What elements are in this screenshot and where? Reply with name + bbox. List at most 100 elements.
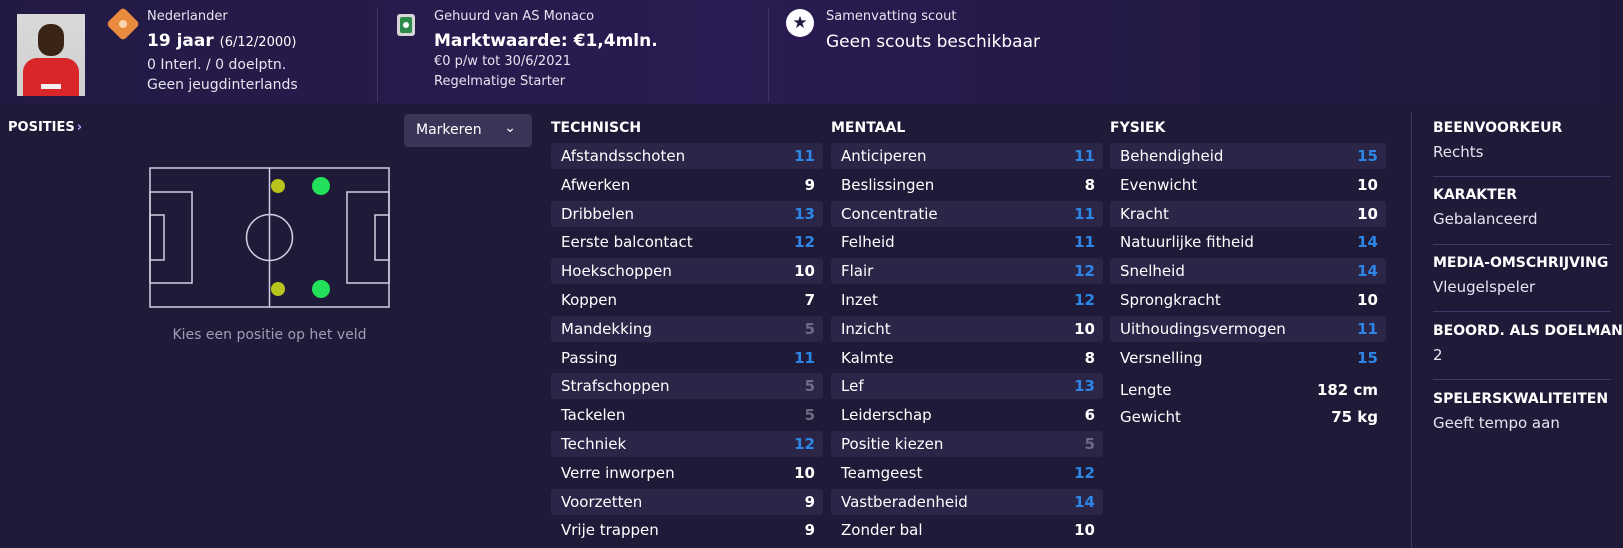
- attribute-row[interactable]: Kracht 10: [1110, 200, 1386, 227]
- attribute-row[interactable]: Versnelling 15: [1110, 345, 1386, 371]
- attribute-value: 12: [794, 233, 815, 252]
- attribute-value: 5: [804, 319, 815, 338]
- attribute-value: 9: [804, 175, 815, 194]
- attribute-name: Evenwicht: [1120, 175, 1198, 194]
- attribute-row[interactable]: Eerste balcontact 12: [551, 229, 823, 255]
- info-separator: [1433, 311, 1611, 312]
- attribute-row[interactable]: Inzet 12: [831, 287, 1103, 313]
- markeren-dropdown[interactable]: Markeren ⌄: [404, 114, 532, 147]
- attribute-row[interactable]: Inzicht 10: [831, 315, 1103, 342]
- chevron-right-icon: ›: [76, 120, 83, 135]
- attribute-name: Kracht: [1120, 204, 1169, 223]
- goalkeeper-rating: BEOORD. ALS DOELMAN 2: [1433, 323, 1623, 364]
- attribute-value: 13: [794, 204, 815, 223]
- attribute-name: Kalmte: [841, 348, 894, 367]
- positions-label: POSITIES: [8, 120, 75, 135]
- attribute-value: 12: [1074, 291, 1095, 309]
- attribute-name: Voorzetten: [561, 492, 643, 511]
- attribute-name: Afstandsschoten: [561, 147, 686, 165]
- attribute-name: Sprongkracht: [1120, 291, 1221, 309]
- attribute-value: 12: [794, 435, 815, 453]
- attribute-name: Felheid: [841, 233, 895, 252]
- attribute-row[interactable]: Natuurlijke fitheid 14: [1110, 229, 1386, 255]
- header-divider: [768, 8, 769, 102]
- club-badge-icon[interactable]: [397, 14, 415, 36]
- attribute-name: Inzicht: [841, 319, 891, 338]
- attribute-value: 8: [1084, 175, 1095, 194]
- attribute-name: Natuurlijke fitheid: [1120, 233, 1254, 252]
- attribute-value: 11: [1074, 147, 1095, 165]
- attribute-row[interactable]: Positie kiezen 5: [831, 431, 1103, 457]
- attribute-row[interactable]: Uithoudingsvermogen 11: [1110, 315, 1386, 342]
- position-dot-natural[interactable]: [312, 177, 330, 195]
- attribute-row[interactable]: Beslissingen 8: [831, 172, 1103, 198]
- info-divider: [1411, 112, 1412, 548]
- attribute-value: 8: [1084, 348, 1095, 367]
- loan-status[interactable]: Gehuurd van AS Monaco: [434, 9, 594, 24]
- attribute-name: Concentratie: [841, 204, 938, 223]
- market-value: Marktwaarde: €1,4mln.: [434, 31, 658, 51]
- attribute-name: Koppen: [561, 291, 618, 309]
- attribute-row[interactable]: Teamgeest 12: [831, 460, 1103, 486]
- attribute-value: 10: [1357, 204, 1378, 223]
- attribute-value: 10: [1074, 521, 1095, 540]
- attribute-row[interactable]: Verre inworpen 10: [551, 460, 823, 486]
- attribute-value: 12: [1074, 262, 1095, 281]
- attribute-value: 7: [804, 291, 815, 309]
- attribute-row[interactable]: Afstandsschoten 11: [551, 143, 823, 169]
- attribute-row[interactable]: Passing 11: [551, 345, 823, 371]
- attribute-name: Tackelen: [561, 406, 626, 425]
- attribute-row[interactable]: Dribbelen 13: [551, 200, 823, 227]
- attribute-row[interactable]: Hoekschoppen 10: [551, 258, 823, 285]
- attribute-row[interactable]: Zonder bal 10: [831, 517, 1103, 543]
- right-penalty-area: [346, 191, 390, 284]
- attribute-row[interactable]: Felheid 11: [831, 229, 1103, 255]
- nationality[interactable]: Nederlander: [147, 9, 228, 24]
- attribute-row[interactable]: Strafschoppen 5: [551, 373, 823, 400]
- nation-flag-icon[interactable]: [106, 7, 140, 41]
- attribute-row[interactable]: Snelheid 14: [1110, 258, 1386, 285]
- caps: 0 Interl. / 0 doelptn.: [147, 57, 287, 73]
- attribute-row[interactable]: Mandekking 5: [551, 315, 823, 342]
- positions-title[interactable]: POSITIES ›: [8, 120, 82, 135]
- attribute-row[interactable]: Lef 13: [831, 373, 1103, 400]
- age: 19 jaar (6/12/2000): [147, 31, 296, 51]
- attribute-row[interactable]: Concentratie 11: [831, 200, 1103, 227]
- attribute-row[interactable]: Vastberadenheid 14: [831, 488, 1103, 515]
- left-goal-area: [149, 214, 165, 261]
- attribute-row[interactable]: Vrije trappen 9: [551, 517, 823, 543]
- chevron-down-icon: ⌄: [504, 120, 516, 136]
- attribute-value: 12: [1074, 463, 1095, 482]
- attribute-value: 10: [794, 262, 815, 281]
- attribute-value: 10: [1357, 291, 1378, 309]
- attribute-row[interactable]: Afwerken 9: [551, 172, 823, 198]
- position-dot-accomplished[interactable]: [271, 282, 285, 296]
- attribute-row[interactable]: Behendigheid 15: [1110, 143, 1386, 169]
- attribute-row[interactable]: Leiderschap 6: [831, 402, 1103, 428]
- attribute-name: Teamgeest: [841, 463, 923, 482]
- attribute-name: Leiderschap: [841, 406, 932, 425]
- attribute-value: 10: [794, 463, 815, 482]
- attribute-name: Vastberadenheid: [841, 492, 968, 511]
- attribute-value: 11: [1357, 319, 1378, 338]
- position-dot-natural[interactable]: [312, 280, 330, 298]
- attribute-name: Passing: [561, 348, 618, 367]
- attribute-row[interactable]: Anticiperen 11: [831, 143, 1103, 169]
- position-dot-accomplished[interactable]: [271, 179, 285, 193]
- attribute-value: 11: [794, 348, 815, 367]
- attribute-row[interactable]: Flair 12: [831, 258, 1103, 285]
- attribute-row[interactable]: Koppen 7: [551, 287, 823, 313]
- attribute-row[interactable]: Evenwicht 10: [1110, 172, 1386, 198]
- attribute-name: Eerste balcontact: [561, 233, 693, 252]
- attribute-row[interactable]: Sprongkracht 10: [1110, 287, 1386, 313]
- attribute-row[interactable]: Voorzetten 9: [551, 488, 823, 515]
- attribute-row[interactable]: Tackelen 5: [551, 402, 823, 428]
- position-pitch[interactable]: [149, 167, 390, 308]
- attribute-value: 14: [1357, 233, 1378, 252]
- weight-label: Gewicht: [1120, 408, 1181, 426]
- attribute-value: 5: [1084, 435, 1095, 453]
- attribute-row[interactable]: Techniek 12: [551, 431, 823, 457]
- attribute-name: Lef: [841, 377, 864, 396]
- player-traits: SPELERSKWALITEITEN Geeft tempo aan: [1433, 391, 1609, 432]
- attribute-row[interactable]: Kalmte 8: [831, 345, 1103, 371]
